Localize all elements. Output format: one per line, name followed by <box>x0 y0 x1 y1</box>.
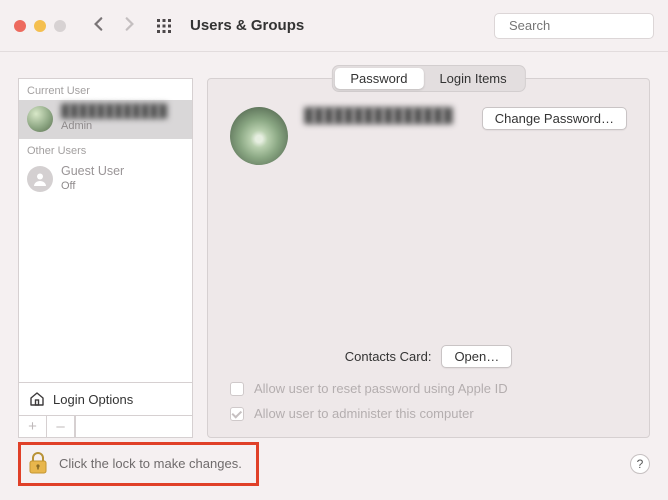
tab-password[interactable]: Password <box>334 68 423 89</box>
window-title: Users & Groups <box>190 17 494 34</box>
sidebar-footer: + – <box>19 415 192 437</box>
help-button[interactable]: ? <box>630 454 650 474</box>
user-avatar-icon[interactable] <box>230 107 288 165</box>
show-all-button[interactable] <box>156 18 172 34</box>
reset-apple-id-checkbox <box>230 382 244 396</box>
open-contacts-button[interactable]: Open… <box>441 345 512 368</box>
forward-button[interactable] <box>120 15 138 36</box>
avatar-icon <box>27 106 53 132</box>
maximize-window-button <box>54 20 66 32</box>
add-user-button: + <box>19 416 47 437</box>
tab-bar: Password Login Items <box>332 66 524 91</box>
sidebar-user-guest[interactable]: Guest User Off <box>19 160 192 199</box>
nav-buttons <box>90 15 138 36</box>
back-button[interactable] <box>90 15 108 36</box>
lock-icon <box>27 451 49 475</box>
window-controls <box>14 20 66 32</box>
toolbar: Users & Groups <box>0 0 668 52</box>
current-user-role: Admin <box>61 120 167 134</box>
remove-user-button: – <box>47 416 75 437</box>
guest-user-name: Guest User <box>61 164 124 180</box>
current-user-name: ████████████ <box>61 104 167 120</box>
minimize-window-button[interactable] <box>34 20 46 32</box>
users-sidebar: Current User ████████████ Admin Other Us… <box>18 78 193 438</box>
search-input[interactable] <box>509 18 668 33</box>
user-display-name: ███████████████ <box>304 107 453 123</box>
contacts-card-label: Contacts Card: <box>345 349 432 364</box>
guest-user-role: Off <box>61 180 124 194</box>
reset-apple-id-row: Allow user to reset password using Apple… <box>208 376 649 401</box>
tab-login-items[interactable]: Login Items <box>423 68 522 89</box>
login-options-label: Login Options <box>53 392 133 407</box>
avatar-placeholder-icon <box>27 166 53 192</box>
reset-apple-id-label: Allow user to reset password using Apple… <box>254 381 508 396</box>
current-user-section-label: Current User <box>19 79 192 100</box>
administer-row: Allow user to administer this computer <box>208 401 649 437</box>
house-icon <box>29 391 45 407</box>
lock-area[interactable]: Click the lock to make changes. <box>18 442 259 486</box>
user-detail-panel: Password Login Items ███████████████ Cha… <box>207 78 650 438</box>
sidebar-user-current[interactable]: ████████████ Admin <box>19 100 192 139</box>
login-options-button[interactable]: Login Options <box>19 382 192 415</box>
change-password-button[interactable]: Change Password… <box>482 107 627 130</box>
search-field[interactable] <box>494 13 654 39</box>
other-users-section-label: Other Users <box>19 139 192 160</box>
administer-checkbox <box>230 407 244 421</box>
administer-label: Allow user to administer this computer <box>254 406 474 421</box>
close-window-button[interactable] <box>14 20 26 32</box>
lock-text: Click the lock to make changes. <box>59 456 242 471</box>
